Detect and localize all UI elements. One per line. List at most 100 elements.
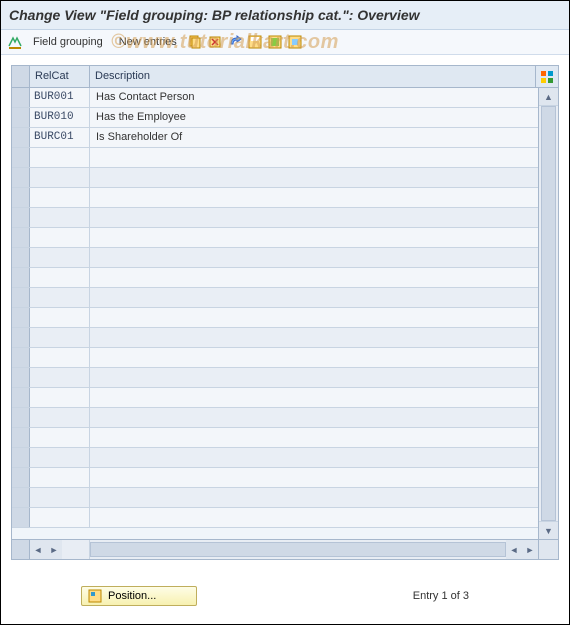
- scroll-down-arrow-icon[interactable]: ▼: [539, 521, 558, 539]
- delete-icon[interactable]: [207, 34, 223, 50]
- position-button[interactable]: Position...: [81, 586, 197, 606]
- save-icon[interactable]: [247, 34, 263, 50]
- cell-relcat[interactable]: BURC01: [30, 128, 90, 147]
- row-selector[interactable]: [12, 148, 30, 167]
- table-row[interactable]: [12, 368, 538, 388]
- cell-description[interactable]: [90, 148, 538, 167]
- table-row[interactable]: [12, 448, 538, 468]
- table-row[interactable]: [12, 248, 538, 268]
- table-row[interactable]: [12, 288, 538, 308]
- row-selector[interactable]: [12, 228, 30, 247]
- cell-description[interactable]: [90, 448, 538, 467]
- table-row[interactable]: [12, 188, 538, 208]
- cell-relcat[interactable]: [30, 288, 90, 307]
- row-selector[interactable]: [12, 108, 30, 127]
- row-selector[interactable]: [12, 208, 30, 227]
- row-selector[interactable]: [12, 488, 30, 507]
- table-row[interactable]: [12, 148, 538, 168]
- row-selector[interactable]: [12, 428, 30, 447]
- row-selector[interactable]: [12, 268, 30, 287]
- table-row[interactable]: [12, 468, 538, 488]
- cell-relcat[interactable]: [30, 268, 90, 287]
- cell-description[interactable]: [90, 308, 538, 327]
- cell-relcat[interactable]: [30, 508, 90, 527]
- row-selector[interactable]: [12, 348, 30, 367]
- cell-description[interactable]: Has Contact Person: [90, 88, 538, 107]
- table-row[interactable]: [12, 228, 538, 248]
- row-selector[interactable]: [12, 408, 30, 427]
- table-row[interactable]: [12, 428, 538, 448]
- table-row[interactable]: BUR001Has Contact Person: [12, 88, 538, 108]
- cell-description[interactable]: [90, 168, 538, 187]
- row-selector[interactable]: [12, 508, 30, 527]
- cell-description[interactable]: [90, 248, 538, 267]
- cell-description[interactable]: [90, 268, 538, 287]
- hscroll-thumb[interactable]: [90, 542, 506, 557]
- scroll-right-arrow-icon[interactable]: ►: [46, 540, 62, 559]
- row-selector[interactable]: [12, 188, 30, 207]
- new-entries-link[interactable]: New entries: [113, 34, 183, 50]
- row-selector[interactable]: [12, 128, 30, 147]
- table-row[interactable]: [12, 168, 538, 188]
- cell-description[interactable]: [90, 468, 538, 487]
- row-selector[interactable]: [12, 88, 30, 107]
- cell-description[interactable]: [90, 328, 538, 347]
- table-row[interactable]: [12, 208, 538, 228]
- cell-relcat[interactable]: [30, 308, 90, 327]
- table-row[interactable]: [12, 488, 538, 508]
- table-row[interactable]: [12, 328, 538, 348]
- cell-relcat[interactable]: [30, 448, 90, 467]
- cell-relcat[interactable]: BUR010: [30, 108, 90, 127]
- scroll-left-arrow-icon[interactable]: ◄: [30, 540, 46, 559]
- table-row[interactable]: BUR010Has the Employee: [12, 108, 538, 128]
- cell-description[interactable]: [90, 368, 538, 387]
- table-row[interactable]: [12, 268, 538, 288]
- row-selector[interactable]: [12, 248, 30, 267]
- cell-relcat[interactable]: [30, 428, 90, 447]
- cell-description[interactable]: Is Shareholder Of: [90, 128, 538, 147]
- cell-relcat[interactable]: BUR001: [30, 88, 90, 107]
- row-selector[interactable]: [12, 168, 30, 187]
- table-settings-icon[interactable]: [536, 66, 558, 87]
- cell-relcat[interactable]: [30, 328, 90, 347]
- cell-description[interactable]: [90, 388, 538, 407]
- cell-description[interactable]: [90, 288, 538, 307]
- row-selector[interactable]: [12, 288, 30, 307]
- copy-icon[interactable]: [187, 34, 203, 50]
- cell-relcat[interactable]: [30, 228, 90, 247]
- table-row[interactable]: [12, 408, 538, 428]
- cell-relcat[interactable]: [30, 168, 90, 187]
- relcat-hscroll[interactable]: ◄ ►: [30, 540, 90, 559]
- scroll-right2-arrow-icon[interactable]: ►: [522, 540, 538, 559]
- vscroll-thumb[interactable]: [541, 106, 556, 521]
- column-header-relcat[interactable]: RelCat: [30, 66, 90, 87]
- cell-description[interactable]: Has the Employee: [90, 108, 538, 127]
- cell-relcat[interactable]: [30, 248, 90, 267]
- toggle-icon[interactable]: [7, 34, 23, 50]
- row-selector[interactable]: [12, 448, 30, 467]
- desc-hscroll[interactable]: ◄ ►: [90, 540, 538, 559]
- cell-relcat[interactable]: [30, 208, 90, 227]
- table-row[interactable]: [12, 308, 538, 328]
- table-row[interactable]: [12, 388, 538, 408]
- table-row[interactable]: [12, 508, 538, 528]
- undo-icon[interactable]: [227, 34, 243, 50]
- field-grouping-link[interactable]: Field grouping: [27, 34, 109, 50]
- cell-description[interactable]: [90, 188, 538, 207]
- vertical-scrollbar[interactable]: ▲ ▼: [538, 88, 558, 539]
- row-selector[interactable]: [12, 308, 30, 327]
- cell-relcat[interactable]: [30, 388, 90, 407]
- table-row[interactable]: BURC01Is Shareholder Of: [12, 128, 538, 148]
- row-selector[interactable]: [12, 328, 30, 347]
- row-selector[interactable]: [12, 388, 30, 407]
- cell-relcat[interactable]: [30, 468, 90, 487]
- cell-relcat[interactable]: [30, 188, 90, 207]
- cell-relcat[interactable]: [30, 488, 90, 507]
- cell-relcat[interactable]: [30, 408, 90, 427]
- cell-description[interactable]: [90, 488, 538, 507]
- cell-description[interactable]: [90, 508, 538, 527]
- row-selector[interactable]: [12, 468, 30, 487]
- cell-relcat[interactable]: [30, 148, 90, 167]
- cell-relcat[interactable]: [30, 348, 90, 367]
- table-row[interactable]: [12, 348, 538, 368]
